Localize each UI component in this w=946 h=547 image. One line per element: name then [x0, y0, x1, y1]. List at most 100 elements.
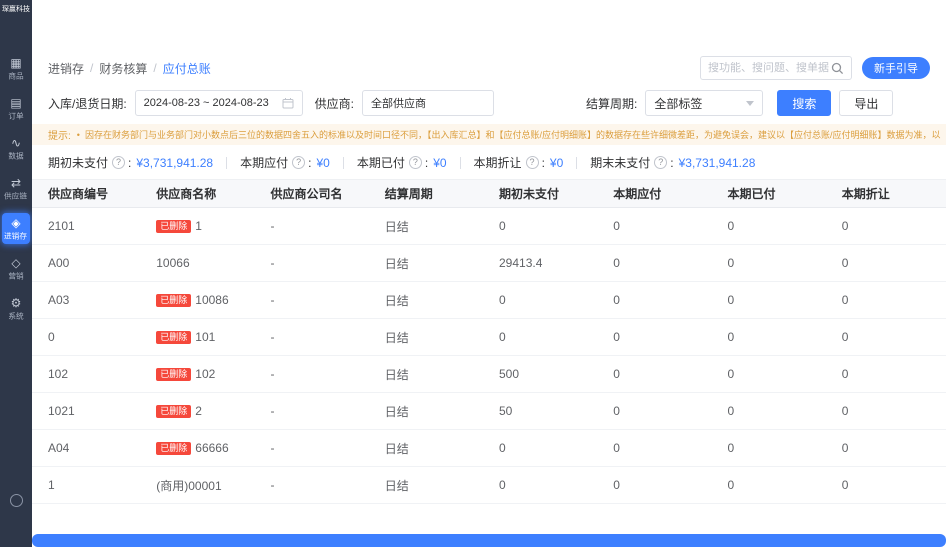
help-icon[interactable]	[0, 494, 32, 507]
calendar-icon	[282, 97, 294, 109]
cell-amount: 0	[718, 319, 832, 356]
data-icon: ∿	[11, 137, 21, 149]
info-icon[interactable]: ?	[526, 156, 539, 169]
summary-divider	[460, 157, 461, 169]
brand-logo: 琛赢科技	[0, 0, 32, 15]
cell-amount: 0	[489, 208, 603, 245]
sidebar-item-label: 营销	[8, 272, 23, 280]
cell-amount: 0	[603, 282, 717, 319]
cell-supplier-name: 已删除66666	[146, 430, 260, 467]
breadcrumb-item[interactable]: 财务核算	[99, 60, 147, 77]
hint-text: 因存在财务部门与业务部门对小数点后三位的数据四舍五入的标准以及时间口径不同，【出…	[85, 128, 946, 141]
summary-colon: :	[308, 156, 311, 170]
cell-amount: 0	[603, 319, 717, 356]
breadcrumb-item[interactable]: 进销存	[48, 60, 84, 77]
sidebar-item-label: 进销存	[5, 232, 28, 240]
export-button[interactable]: 导出	[839, 90, 893, 116]
info-icon[interactable]: ?	[409, 156, 422, 169]
date-range-value: 2024-08-23 ~ 2024-08-23	[144, 97, 269, 109]
guide-button[interactable]: 新手引导	[862, 57, 930, 79]
settings-gear-icon: ⚙	[11, 297, 22, 309]
table-row[interactable]: 0已删除101-日结0000	[32, 319, 946, 356]
column-header: 供应商公司名	[261, 180, 375, 208]
summary-colon: :	[128, 156, 131, 170]
cell-supplier-name: 已删除1	[146, 208, 260, 245]
search-input[interactable]	[708, 62, 831, 74]
summary-item: 本期已付?:¥0	[357, 154, 447, 171]
column-header: 期初未支付	[489, 180, 603, 208]
cell-supplier-name: (商用)00001	[146, 467, 260, 504]
table-row[interactable]: A03已删除10086-日结0000	[32, 282, 946, 319]
cell-amount: 29413.4	[489, 245, 603, 282]
table-row[interactable]: 1021已删除2-日结50000	[32, 393, 946, 430]
sidebar-item-数据[interactable]: ∿数据	[2, 133, 30, 164]
sidebar-item-系统[interactable]: ⚙ 系统	[2, 293, 30, 324]
summary-value: ¥0	[433, 156, 446, 170]
sidebar-item-label: 订单	[8, 112, 23, 120]
cell-amount: 0	[718, 282, 832, 319]
sidebar-item-营销[interactable]: ◇营销	[2, 253, 30, 284]
table-row[interactable]: A0010066-日结29413.4000	[32, 245, 946, 282]
sidebar-item-订单[interactable]: ▤订单	[2, 93, 30, 124]
sidebar-item-进销存[interactable]: ◈ 进销存	[2, 213, 30, 244]
column-header: 结算周期	[375, 180, 489, 208]
sidebar-item-商品[interactable]: ▦商品	[2, 53, 30, 84]
cell-amount: 500	[489, 356, 603, 393]
cell-company-name: -	[261, 245, 375, 282]
cell-supplier-code: 1021	[32, 393, 146, 430]
date-range-label: 入库/退货日期:	[48, 95, 127, 112]
cell-amount: 0	[832, 208, 946, 245]
cycle-select[interactable]: 全部标签	[645, 90, 763, 116]
filter-bar: 入库/退货日期: 2024-08-23 ~ 2024-08-23 供应商: 全部…	[32, 90, 946, 116]
search-icon[interactable]	[831, 62, 844, 75]
date-range-input[interactable]: 2024-08-23 ~ 2024-08-23	[135, 90, 303, 116]
info-icon[interactable]: ?	[292, 156, 305, 169]
summary-item: 本期应付?:¥0	[240, 154, 330, 171]
info-icon[interactable]: ?	[654, 156, 667, 169]
cell-supplier-code: 1	[32, 467, 146, 504]
summary-colon: :	[542, 156, 545, 170]
cell-amount: 0	[718, 467, 832, 504]
cell-amount: 0	[832, 430, 946, 467]
info-icon[interactable]: ?	[112, 156, 125, 169]
cell-settlement-cycle: 日结	[375, 393, 489, 430]
table-row[interactable]: 102已删除102-日结500000	[32, 356, 946, 393]
table-body: 2101已删除1-日结0000A0010066-日结29413.4000A03已…	[32, 208, 946, 504]
table-row[interactable]: 2101已删除1-日结0000	[32, 208, 946, 245]
hint-bar: 提示: • 因存在财务部门与业务部门对小数点后三位的数据四舍五入的标准以及时间口…	[32, 124, 946, 145]
cell-settlement-cycle: 日结	[375, 430, 489, 467]
search-button[interactable]: 搜索	[777, 90, 831, 116]
sidebar-item-label: 系统	[8, 312, 23, 320]
summary-divider	[343, 157, 344, 169]
summary-item: 期初未支付?:¥3,731,941.28	[48, 154, 213, 171]
summary-label: 期末未支付	[590, 154, 650, 171]
cell-company-name: -	[261, 319, 375, 356]
cell-amount: 0	[832, 356, 946, 393]
summary-divider	[226, 157, 227, 169]
supplier-input[interactable]: 全部供应商	[362, 90, 494, 116]
inventory-icon: ◈	[11, 217, 20, 229]
topbar-actions: 新手引导	[700, 56, 930, 80]
cell-supplier-code: 102	[32, 356, 146, 393]
table-row[interactable]: 1(商用)00001-日结0000	[32, 467, 946, 504]
horizontal-scrollbar[interactable]	[32, 534, 946, 547]
breadcrumb-item[interactable]: 应付总账	[163, 60, 211, 77]
breadcrumb: 进销存 / 财务核算 / 应付总账	[48, 60, 211, 77]
breadcrumb-separator: /	[153, 61, 156, 75]
sidebar-item-供应链[interactable]: ⇄供应链	[2, 173, 30, 204]
cell-supplier-code: A00	[32, 245, 146, 282]
cell-supplier-code: 0	[32, 319, 146, 356]
table-row[interactable]: A04已删除66666-日结0000	[32, 430, 946, 467]
summary-colon: :	[670, 156, 673, 170]
summary-value: ¥0	[550, 156, 563, 170]
summary-item: 本期折让?: ¥0	[474, 154, 564, 171]
breadcrumb-separator: /	[90, 61, 93, 75]
cell-company-name: -	[261, 467, 375, 504]
summary-value: ¥0	[316, 156, 329, 170]
cell-amount: 0	[832, 245, 946, 282]
cell-amount: 0	[832, 467, 946, 504]
summary-label: 本期折让	[474, 154, 522, 171]
main-content: 进销存 / 财务核算 / 应付总账 新手引导 入库/退货日期: 2024-08-23 ~…	[32, 0, 946, 547]
global-search-box[interactable]	[700, 56, 852, 80]
cell-supplier-code: A03	[32, 282, 146, 319]
